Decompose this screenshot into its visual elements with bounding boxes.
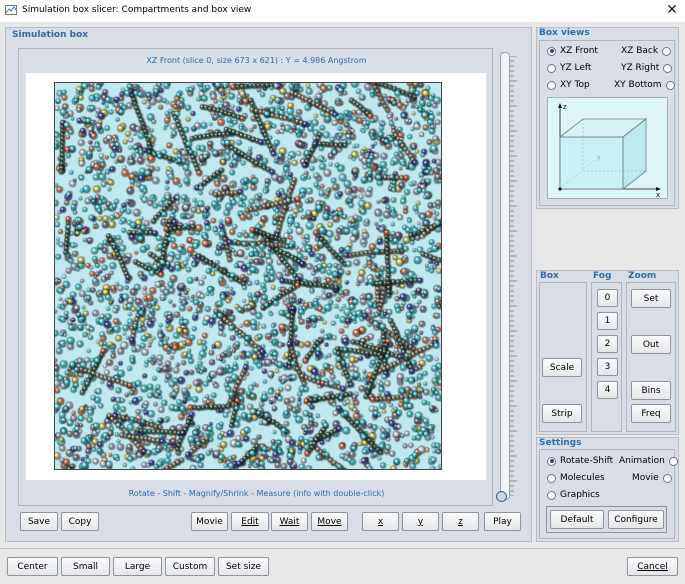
zoom-out-button[interactable]: Out [631, 335, 671, 354]
play-button[interactable]: Play [484, 512, 521, 531]
movie-label: Movie [632, 473, 659, 483]
view-xy-bottom[interactable]: XY Bottom [614, 80, 675, 90]
set-size-button[interactable]: Set size [218, 557, 269, 576]
radio-molecules[interactable] [547, 473, 556, 483]
custom-button[interactable]: Custom [165, 557, 215, 576]
move-button[interactable]: Move [311, 512, 348, 531]
radio-movie[interactable] [662, 473, 672, 483]
window-title: Simulation box slicer: Compartments and … [22, 5, 252, 15]
fog-3-button[interactable]: 3 [597, 358, 618, 376]
box-fog-zoom-panel: Box Fog Zoom Scale Strip 0 1 2 3 4 Set O… [536, 270, 679, 435]
graphics-label: Graphics [560, 490, 600, 500]
slider-ticks [510, 56, 517, 496]
y-button[interactable]: y [402, 512, 439, 531]
view-xy-top-label: XY Top [560, 80, 590, 90]
cancel-button[interactable]: Cancel [627, 557, 678, 576]
settings-panel: Settings Rotate-Shift Animation Molecule… [536, 437, 679, 542]
title-bar: Simulation box slicer: Compartments and … [0, 0, 685, 22]
view-xz-back[interactable]: XZ Back [621, 46, 672, 56]
view-caption: XZ Front (slice 0, size 673 x 621) : Y =… [146, 56, 367, 65]
rotate-shift-option[interactable]: Rotate-Shift [547, 456, 613, 466]
molecules-label: Molecules [560, 473, 605, 483]
movie-button[interactable]: Movie [191, 512, 228, 531]
z-button[interactable]: z [442, 512, 479, 531]
radio-xy-bottom[interactable] [665, 80, 675, 90]
wait-button[interactable]: Wait [271, 512, 308, 531]
view-yz-right[interactable]: YZ Right [621, 63, 673, 73]
fog-4-button[interactable]: 4 [597, 381, 618, 399]
graphics-option[interactable]: Graphics [547, 490, 600, 500]
edit-button[interactable]: Edit [231, 512, 269, 531]
radio-yz-right[interactable] [663, 63, 673, 73]
radio-xz-front[interactable] [547, 46, 556, 56]
animation-option[interactable]: Animation [619, 456, 678, 466]
view-xz-back-label: XZ Back [621, 46, 659, 56]
radio-rotate-shift[interactable] [547, 456, 556, 466]
view-yz-left-label: YZ Left [560, 63, 592, 73]
box-title: Box [540, 271, 559, 281]
axis-y-label: y [597, 154, 601, 161]
zoom-set-button[interactable]: Set [631, 289, 671, 308]
slice-slider[interactable] [500, 52, 510, 500]
slider-thumb[interactable] [496, 491, 507, 502]
simulation-box-title: Simulation box [12, 30, 89, 40]
axis-x-label: x [656, 191, 660, 199]
fog-1-button[interactable]: 1 [597, 312, 618, 330]
strip-button[interactable]: Strip [542, 404, 582, 423]
configure-button[interactable]: Configure [608, 510, 664, 529]
view-xy-top[interactable]: XY Top [547, 80, 590, 90]
view-yz-right-label: YZ Right [621, 63, 660, 73]
fog-2-button[interactable]: 2 [597, 335, 618, 353]
simulation-box-panel: Simulation box XZ Front (slice 0, size 6… [5, 27, 532, 542]
fog-title: Fog [593, 271, 612, 281]
close-icon[interactable]: ✕ [664, 2, 680, 18]
movie-option[interactable]: Movie [632, 473, 672, 483]
save-button[interactable]: Save [20, 512, 58, 531]
view-xz-front-label: XZ Front [560, 46, 598, 56]
default-button[interactable]: Default [550, 510, 604, 529]
radio-xz-back[interactable] [662, 46, 672, 56]
radio-animation[interactable] [668, 456, 678, 466]
radio-xy-top[interactable] [547, 80, 556, 90]
axis-z-label: z [563, 103, 567, 111]
view-xz-front[interactable]: XZ Front [547, 46, 598, 56]
fog-0-button[interactable]: 0 [597, 289, 618, 307]
animation-label: Animation [619, 456, 665, 466]
center-button[interactable]: Center [7, 557, 58, 576]
bins-button[interactable]: Bins [631, 381, 671, 400]
box-preview-diagram: z x y [547, 97, 668, 199]
rotate-shift-label: Rotate-Shift [560, 456, 614, 466]
molecules-option[interactable]: Molecules [547, 473, 605, 483]
zoom-title: Zoom [628, 271, 657, 281]
copy-button[interactable]: Copy [61, 512, 99, 531]
molecule-canvas[interactable] [54, 82, 442, 470]
view-xy-bottom-label: XY Bottom [614, 80, 662, 90]
box-views-panel: Box views XZ Front XZ Back YZ Left YZ Ri… [536, 27, 679, 209]
view-yz-left[interactable]: YZ Left [547, 63, 591, 73]
box-views-title: Box views [539, 28, 590, 38]
freq-button[interactable]: Freq [631, 404, 671, 423]
help-caption: Rotate - Shift - Magnify/Shrink - Measur… [128, 489, 385, 498]
radio-graphics[interactable] [547, 490, 556, 500]
small-button[interactable]: Small [61, 557, 110, 576]
x-button[interactable]: x [362, 512, 399, 531]
scale-button[interactable]: Scale [542, 358, 582, 377]
app-icon [5, 5, 17, 15]
view-frame: XZ Front (slice 0, size 673 x 621) : Y =… [18, 48, 493, 506]
render-area[interactable] [26, 73, 486, 480]
radio-yz-left[interactable] [547, 63, 556, 73]
large-button[interactable]: Large [113, 557, 162, 576]
settings-title: Settings [539, 438, 582, 448]
